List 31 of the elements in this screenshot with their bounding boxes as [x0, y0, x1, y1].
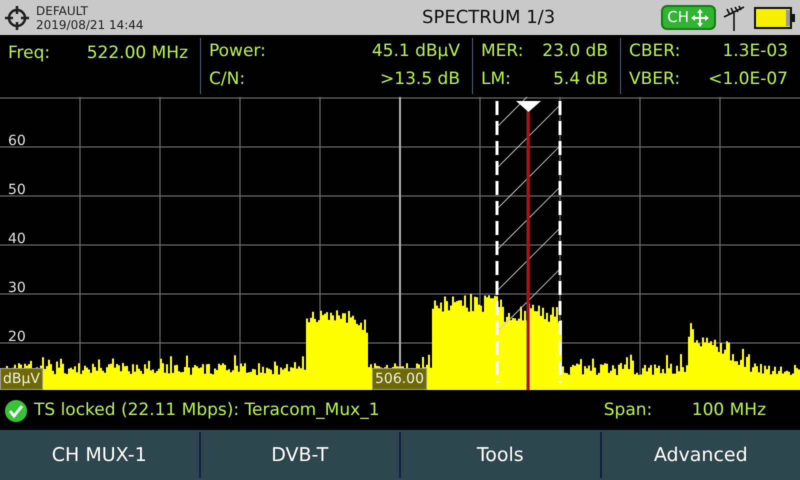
measurement-label: CBER: — [629, 40, 682, 64]
axis-label: 20 — [8, 330, 26, 344]
status-message: TS locked (22.11 Mbps): Teracom_Mux_1 — [34, 399, 381, 422]
axis-label: 50 — [8, 183, 26, 197]
measurement-value: <1.0E-07 — [707, 68, 789, 92]
span-label: Span: — [604, 399, 654, 422]
measurement-value: 45.1 dBµV — [370, 40, 461, 64]
measurement-label: Freq: — [8, 42, 52, 65]
measurement-value: >13.5 dB — [379, 68, 461, 92]
measurement-label: VBER: — [629, 68, 682, 92]
measurement-label: Power: — [209, 40, 267, 64]
crosshair-icon — [4, 4, 30, 30]
preset-name: DEFAULT — [36, 4, 89, 18]
measurement-value: 1.3E-03 — [721, 40, 789, 64]
marker-frequency: 506.00 — [372, 368, 427, 390]
unit-label: dBµV — [0, 368, 43, 390]
battery-icon — [754, 6, 796, 28]
axis-label: 30 — [8, 281, 26, 295]
axis-label: 60 — [8, 134, 26, 148]
measurement-label: LM: — [481, 68, 512, 92]
measurement-label: C/N: — [209, 68, 246, 92]
measurement-value: 23.0 dB — [541, 40, 609, 64]
measurement-label: MER: — [481, 40, 524, 64]
axis-label: 40 — [8, 232, 26, 246]
date-time: 2019/08/21 14:44 — [36, 18, 145, 32]
marker-icon[interactable] — [516, 101, 541, 112]
measurement-value: 5.4 dB — [552, 68, 609, 92]
span-value: 100 MHz — [692, 399, 767, 422]
measurement-value: 522.00 MHz — [86, 42, 189, 65]
screen-title: SPECTRUM 1/3 — [421, 6, 556, 30]
antenna-icon — [722, 4, 746, 30]
